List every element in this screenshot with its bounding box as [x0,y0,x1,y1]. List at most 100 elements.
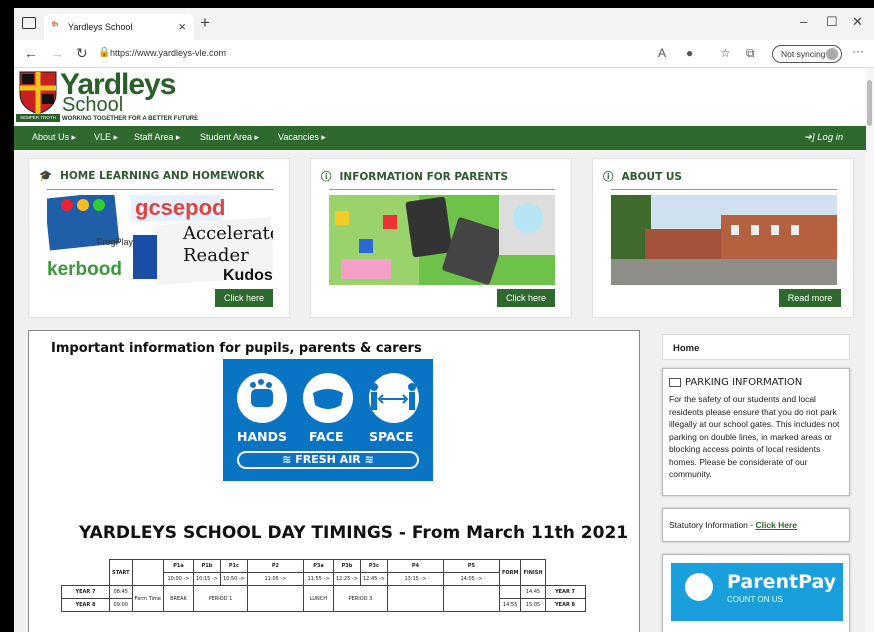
nav-vacancies[interactable]: Vacancies ▸ [278,132,326,143]
close-window-icon[interactable]: ✕ [852,14,863,30]
url-field[interactable]: https://www.yardleys-vle.com [110,48,226,58]
nav-vle[interactable]: VLE ▸ [94,132,118,143]
time-cell: 14:05 -> [442,572,500,586]
info-icon: ⓘ [321,171,332,183]
brand-subname[interactable]: School [62,94,123,117]
page-viewport: SEMPER TROTH Yardleys School WORKING TOG… [14,68,866,632]
kerboodle-logo: kerbood [47,259,122,280]
covid-pictograms-icon [250,379,416,410]
sidebar-home-link[interactable]: Home [662,334,850,360]
time-cell: 11:55 -> [302,572,334,586]
time-cell: 12:25 -> [332,572,361,586]
parking-title: PARKING INFORMATION [685,377,803,388]
finish-header: FINISH [520,559,546,586]
time-cell: 11:05 -> [246,572,304,586]
collections-icon[interactable]: ⧉ [746,46,755,61]
break-cell: BREAK [162,585,194,612]
read-aloud-icon[interactable]: A [658,46,666,60]
graduation-cap-icon: 🎓 [39,170,53,182]
statutory-info-panel: Statutory Information - Click Here [662,508,850,542]
sync-label: Not syncing [781,49,826,59]
period-header: P4 [386,559,444,573]
home-learning-click-here-button[interactable]: Click here [215,289,273,307]
fresh-air-label: FRESH AIR [295,453,361,466]
school-building-image[interactable] [611,195,837,285]
nav-student-area[interactable]: Student Area ▸ [200,132,259,143]
time-cell: 10:00 -> [162,572,194,586]
about-us-read-more-button[interactable]: Read more [779,289,841,307]
hands-label: HANDS [237,429,287,444]
tab-actions-icon[interactable] [22,17,36,29]
close-tab-icon[interactable]: × [178,19,186,34]
lock-icon[interactable]: 🔒 [98,47,110,58]
scrollbar-thumb[interactable] [867,80,872,126]
kudos-logo: Kudos [223,267,273,284]
card-info-parents: ⓘ INFORMATION FOR PARENTS Click here [310,158,572,318]
tab-strip: ᵗʰ Yardleys School × + – ☐ ✕ [14,8,874,40]
period3-cell: PERIOD 3 [332,585,388,612]
start-time: 09:00 [109,598,133,612]
extension-icon[interactable]: ● [686,46,693,60]
period-header: P3a [302,559,334,573]
reader-logo: Reader [183,245,249,266]
time-cell: 10:50 -> [219,572,248,586]
statutory-click-here-link[interactable]: Click Here [755,520,797,530]
forward-icon[interactable]: → [50,45,64,61]
browser-window: ᵗʰ Yardleys School × + – ☐ ✕ ← → ↻ 🔒 htt… [14,8,874,632]
crest-motto: SEMPER TROTH [16,114,60,122]
more-icon[interactable]: ··· [852,44,864,58]
parentpay-banner[interactable]: ParentPay COUNT ON US [671,563,843,621]
time-cell: 10:15 -> [192,572,221,586]
info-icon: ⓘ [603,171,614,183]
wind-icon: ≋ [282,453,296,466]
time-cell: 12:45 -> [359,572,388,586]
parentpay-panel: ParentPay COUNT ON US [662,554,850,632]
refresh-icon[interactable]: ↻ [76,45,88,62]
site-header: SEMPER TROTH Yardleys School WORKING TOG… [14,68,866,126]
day-timings-heading: YARDLEYS SCHOOL DAY TIMINGS - From March… [79,523,629,543]
favorites-icon[interactable]: ☆ [720,46,731,60]
home-learning-image[interactable]: gcsepod FrogPlay Accelerate Reader Kudos… [47,195,273,285]
card-title: HOME LEARNING AND HOMEWORK [60,170,265,182]
period-header: P1a [162,559,194,573]
period-header: P3b [332,559,361,573]
period-header: P1b [192,559,221,573]
main-nav: About Us ▸ VLE ▸ Staff Area ▸ Student Ar… [14,126,866,150]
parentpay-logo-icon [685,573,713,601]
fresh-air-pill: ≋ FRESH AIR ≋ [237,451,419,469]
period-header: P1c [219,559,248,573]
site-favicon-icon: ᵗʰ [52,21,58,32]
time-cell: 13:15 -> [386,572,444,586]
period-header: P3c [359,559,388,573]
parents-info-click-here-button[interactable]: Click here [497,289,555,307]
browser-tab[interactable]: ᵗʰ Yardleys School × [44,14,194,40]
main-content: Important information for pupils, parent… [28,330,640,632]
card-title: ABOUT US [621,171,683,183]
address-bar: ← → ↻ 🔒 https://www.yardleys-vle.com A ●… [14,40,874,68]
nav-about-us[interactable]: About Us ▸ [32,132,76,143]
card-title: INFORMATION FOR PARENTS [339,171,509,183]
new-tab-icon[interactable]: + [200,13,210,33]
year-label: YEAR 7 [61,585,110,599]
divider [47,189,273,190]
maximize-icon[interactable]: ☐ [826,14,838,30]
wind-icon: ≋ [360,453,374,466]
sync-button[interactable]: Not syncing [772,45,842,63]
year-label: YEAR 8 [61,598,110,612]
page-scrollbar[interactable] [866,68,874,632]
nav-staff-area[interactable]: Staff Area ▸ [134,132,180,143]
accelerate-logo: Accelerate [183,223,273,244]
finish-time: 14:45 [520,585,546,599]
back-icon[interactable]: ← [24,45,38,61]
minimize-icon[interactable]: – [800,14,807,29]
parking-info-panel: PARKING INFORMATION For the safety of ou… [662,368,850,496]
login-link[interactable]: ➜] Log in [804,132,843,143]
school-crest-icon[interactable] [18,70,58,114]
space-label: SPACE [369,429,414,444]
year-label: YEAR 8 [544,598,586,612]
timings-table: START P1a P1b P1c P2 P3a P3b P3c P4 P5 F… [61,559,586,612]
parents-info-image[interactable] [329,195,555,285]
frogplay-logo: FrogPlay [97,237,134,247]
card-home-learning: 🎓 HOME LEARNING AND HOMEWORK gcsepod Frog… [28,158,290,318]
year-label: YEAR 7 [544,585,586,599]
